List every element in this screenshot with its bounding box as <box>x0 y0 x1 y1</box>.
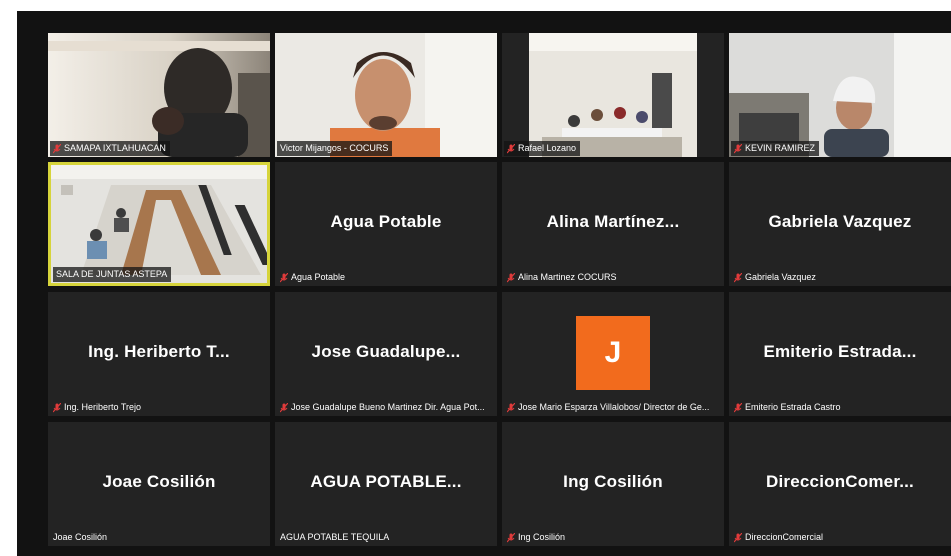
video-feed <box>48 33 270 157</box>
microphone-muted-icon <box>734 143 742 154</box>
microphone-muted-icon <box>507 402 515 413</box>
participant-tile-agua-potable-tequila[interactable]: AGUA POTABLE... AGUA POTABLE TEQUILA <box>275 422 497 546</box>
participant-name-label: Alina Martinez COCURS <box>518 272 617 282</box>
participant-tile-alina[interactable]: Alina Martínez... Alina Martinez COCURS <box>502 162 724 286</box>
participant-name-label: Ing Cosilión <box>518 532 566 542</box>
participant-name-label: KEVIN RAMIREZ <box>745 143 816 153</box>
microphone-muted-icon <box>53 143 61 154</box>
participant-display-name: Joae Cosilión <box>102 472 216 491</box>
video-feed <box>502 33 724 157</box>
participant-tile-kevin[interactable]: KEVIN RAMIREZ <box>729 33 951 157</box>
participant-tile-gabriela[interactable]: Gabriela Vazquez Gabriela Vazquez <box>729 162 951 286</box>
video-feed <box>729 33 951 157</box>
participant-tile-heriberto[interactable]: Ing. Heriberto T... Ing. Heriberto Trejo <box>48 292 270 416</box>
microphone-muted-icon <box>507 143 515 154</box>
participant-name-label: Jose Mario Esparza Villalobos/ Director … <box>518 402 710 412</box>
participant-display-name: Emiterio Estrada... <box>763 342 917 361</box>
microphone-muted-icon <box>734 402 742 413</box>
participant-tile-agua-potable[interactable]: Agua Potable Agua Potable <box>275 162 497 286</box>
microphone-muted-icon <box>280 402 288 413</box>
microphone-muted-icon <box>53 402 61 413</box>
participant-display-name: Agua Potable <box>330 212 442 231</box>
participant-name-label: Ing. Heriberto Trejo <box>64 402 142 412</box>
participant-display-name: Gabriela Vazquez <box>768 212 912 231</box>
participant-tile-jose-guadalupe[interactable]: Jose Guadalupe... Jose Guadalupe Bueno M… <box>275 292 497 416</box>
microphone-muted-icon <box>507 272 515 283</box>
participant-name-label: Victor Mijangos - COCURS <box>280 143 389 153</box>
microphone-muted-icon <box>734 532 742 543</box>
participant-name-label: SALA DE JUNTAS ASTEPA <box>56 269 168 279</box>
participant-tile-victor[interactable]: Victor Mijangos - COCURS <box>275 33 497 157</box>
participant-name-label: SAMAPA IXTLAHUACAN <box>64 143 166 153</box>
participant-name-label: Jose Guadalupe Bueno Martinez Dir. Agua … <box>291 402 485 412</box>
participant-tile-joae-cosilion[interactable]: Joae Cosilión Joae Cosilión <box>48 422 270 546</box>
participant-name-label: Emiterio Estrada Castro <box>745 402 841 412</box>
participant-tile-samapa[interactable]: SAMAPA IXTLAHUACAN <box>48 33 270 157</box>
participant-tile-ing-cosilion[interactable]: Ing Cosilión Ing Cosilión <box>502 422 724 546</box>
participant-name-label: Agua Potable <box>291 272 346 282</box>
participant-display-name: DireccionComer... <box>766 472 914 491</box>
avatar: J <box>576 316 650 390</box>
participant-name-label: Joae Cosilión <box>53 532 108 542</box>
participant-name-label: Gabriela Vazquez <box>745 272 816 282</box>
video-feed <box>51 165 267 283</box>
microphone-muted-icon <box>507 532 515 543</box>
participant-display-name: Jose Guadalupe... <box>311 342 461 361</box>
participant-tile-direccion-comercial[interactable]: DireccionComer... DireccionComercial <box>729 422 951 546</box>
participant-name-label: DireccionComercial <box>745 532 824 542</box>
participant-display-name: Ing. Heriberto T... <box>88 342 230 361</box>
participant-tile-sala-de-juntas[interactable]: SALA DE JUNTAS ASTEPA <box>48 162 270 286</box>
participant-tile-emiterio[interactable]: Emiterio Estrada... Emiterio Estrada Cas… <box>729 292 951 416</box>
microphone-muted-icon <box>734 272 742 283</box>
participant-display-name: Ing Cosilión <box>563 472 663 491</box>
microphone-muted-icon <box>280 272 288 283</box>
participant-tile-rafael[interactable]: Rafael Lozano <box>502 33 724 157</box>
video-feed <box>275 33 497 157</box>
participant-name-label: Rafael Lozano <box>518 143 577 153</box>
participant-display-name: Alina Martínez... <box>546 212 680 231</box>
participant-display-name: AGUA POTABLE... <box>310 472 462 491</box>
gallery-view: SAMAPA IXTLAHUACAN Victor Mijangos - COC… <box>17 11 951 556</box>
participant-name-label: AGUA POTABLE TEQUILA <box>280 532 390 542</box>
participant-tile-jose-mario[interactable]: J Jose Mario Esparza Villalobos/ Directo… <box>502 292 724 416</box>
